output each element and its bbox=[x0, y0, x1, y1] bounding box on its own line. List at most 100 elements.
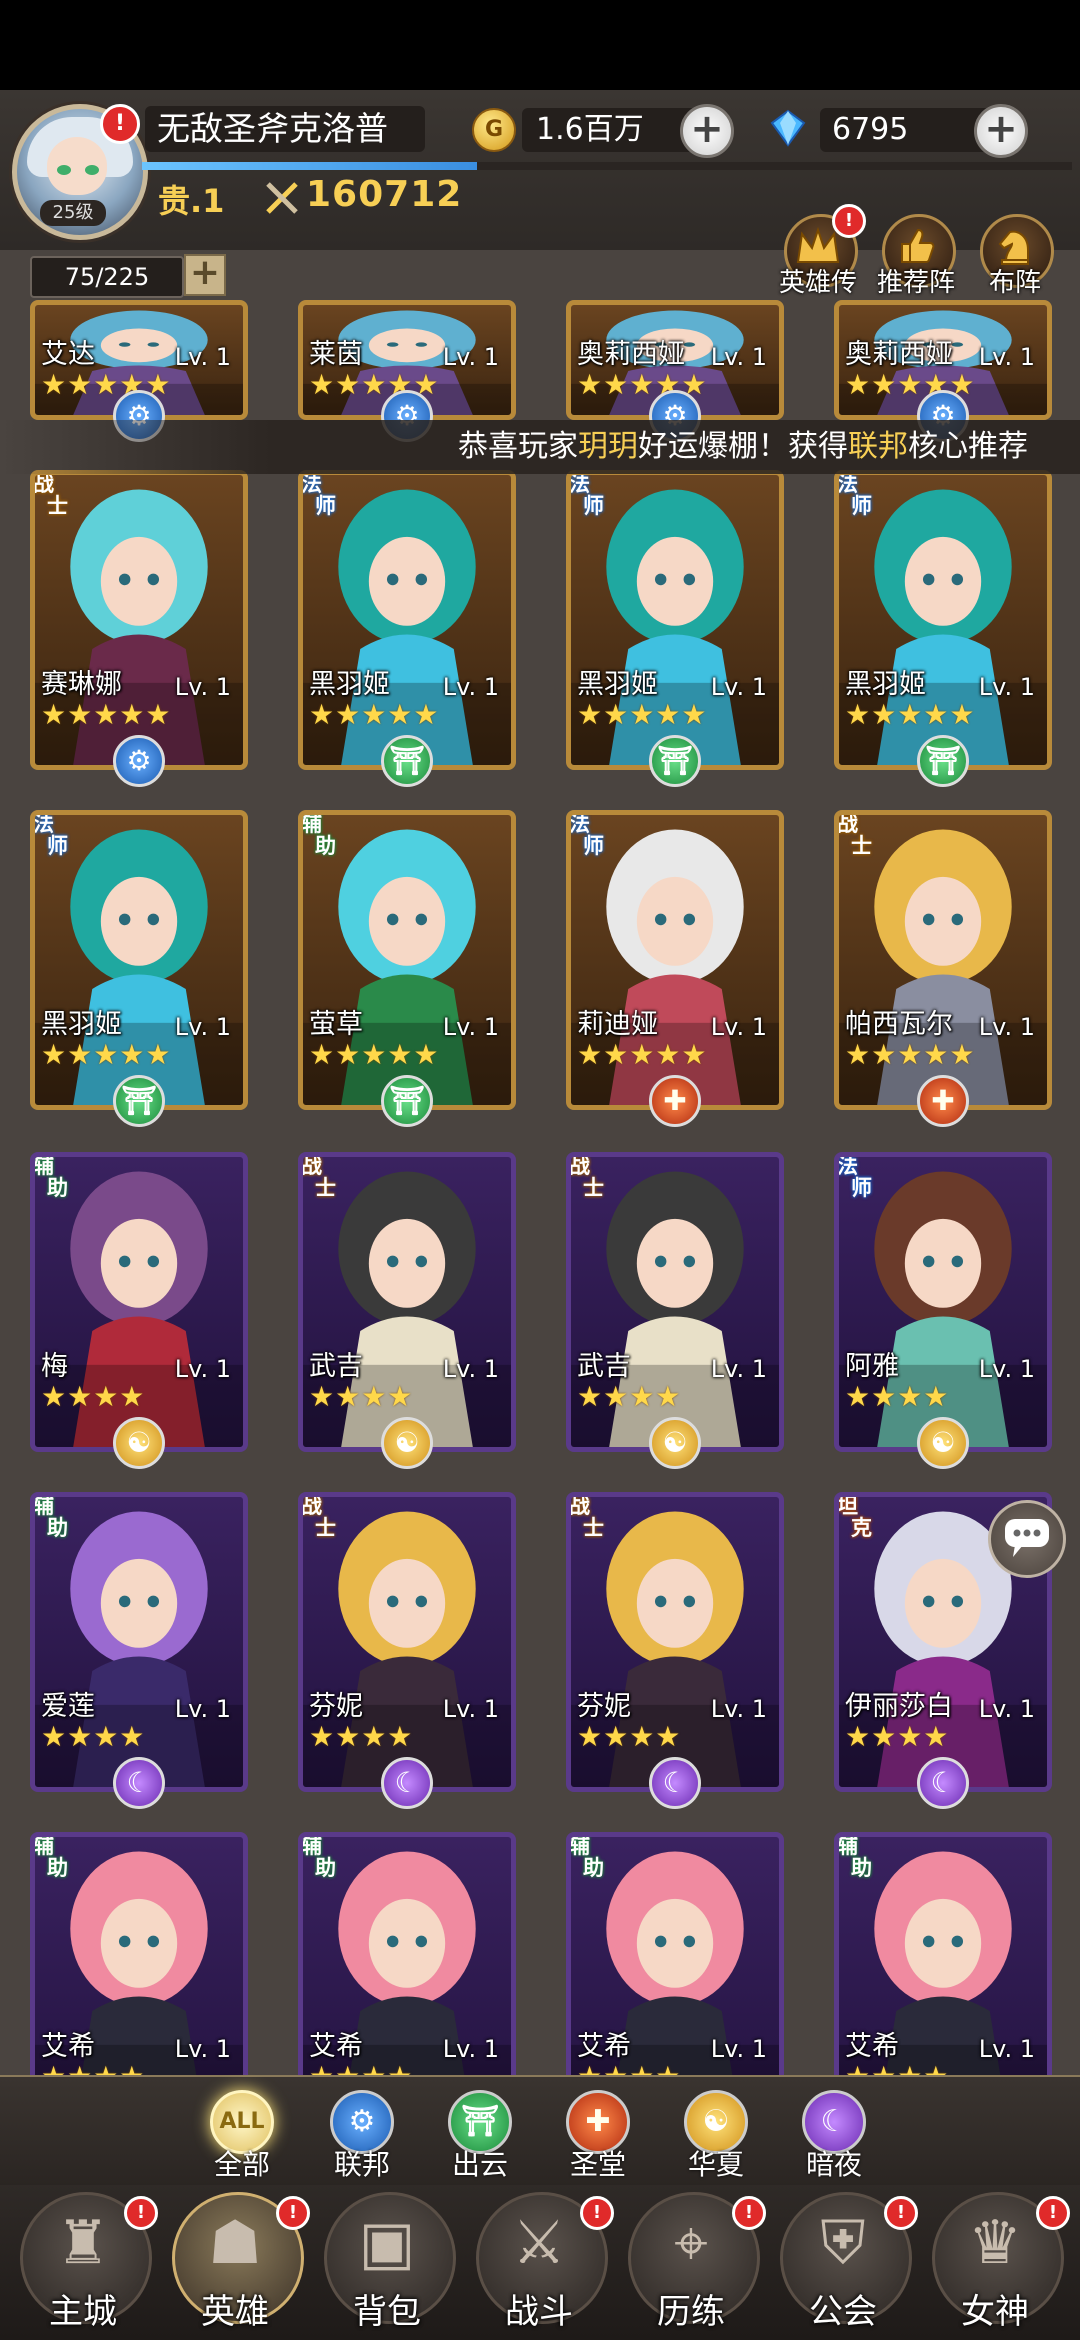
filter-anye-label[interactable]: 暗夜 bbox=[774, 2143, 894, 2183]
faction-emblem-icon: ✚ bbox=[917, 1075, 969, 1127]
hero-card[interactable]: 艾希 Lv. 1 ★★★★ 辅助 bbox=[834, 1832, 1052, 2080]
hero-name: 芬妮 bbox=[577, 1691, 631, 1722]
hero-role-tag: 法师 bbox=[301, 472, 336, 518]
hero-role-tag: 法师 bbox=[837, 472, 872, 518]
filter-chuyun-label[interactable]: 出云 bbox=[420, 2143, 540, 2183]
add-diamond-button[interactable]: + bbox=[974, 104, 1028, 158]
hero-role-tag: 辅助 bbox=[301, 1834, 336, 1880]
faction-emblem-icon: ⛩ bbox=[113, 1075, 165, 1127]
hero-card[interactable]: 梅 Lv. 1 ★★★★ 辅助 bbox=[30, 1152, 248, 1452]
faction-emblem-icon: ☯ bbox=[649, 1417, 701, 1469]
faction-emblem-icon: ⛩ bbox=[381, 1075, 433, 1127]
hero-name: 梅 bbox=[41, 1351, 68, 1382]
hero-card[interactable]: 艾希 Lv. 1 ★★★★ 辅助 bbox=[30, 1832, 248, 2080]
faction-emblem-icon: ☾ bbox=[381, 1757, 433, 1809]
hero-level: Lv. 1 bbox=[978, 673, 1035, 701]
hero-level: Lv. 1 bbox=[978, 1695, 1035, 1723]
faction-emblem-icon: ⚙ bbox=[113, 735, 165, 787]
hero-level: Lv. 1 bbox=[710, 1355, 767, 1383]
formation-label: 布阵 bbox=[988, 268, 1041, 298]
filter-shengtang-label[interactable]: 圣堂 bbox=[538, 2143, 658, 2183]
nav-alert-badge: ! bbox=[124, 2196, 158, 2230]
filter-huaxia-label[interactable]: 华夏 bbox=[656, 2143, 776, 2183]
nav-alert-badge: ! bbox=[732, 2196, 766, 2230]
castle-icon: ♜ bbox=[56, 2208, 110, 2278]
hero-card[interactable]: 武吉 Lv. 1 ★★★★ 战士 bbox=[566, 1152, 784, 1452]
hero-role-tag: 辅助 bbox=[33, 1154, 68, 1200]
hero-role-tag: 战士 bbox=[301, 1494, 336, 1540]
hero-level: Lv. 1 bbox=[174, 2035, 231, 2063]
hero-name: 艾达 bbox=[41, 339, 95, 370]
hero-level: Lv. 1 bbox=[978, 1355, 1035, 1383]
hero-card[interactable]: 艾希 Lv. 1 ★★★★ 辅助 bbox=[566, 1832, 784, 2080]
hero-role-tag: 辅助 bbox=[301, 812, 336, 858]
hero-card[interactable]: 萤草 Lv. 1 ★★★★★ 辅助 bbox=[298, 810, 516, 1110]
hero-name: 武吉 bbox=[577, 1351, 631, 1382]
hero-card[interactable]: 芬妮 Lv. 1 ★★★★ 战士 bbox=[298, 1492, 516, 1792]
ticker-faction: 联邦 bbox=[848, 429, 908, 464]
hero-name: 艾希 bbox=[41, 2031, 95, 2062]
nav-label: 女神 bbox=[961, 2292, 1029, 2332]
gold-coin-icon: G bbox=[472, 108, 516, 152]
faction-emblem-icon: ☯ bbox=[381, 1417, 433, 1469]
nav-alert-badge: ! bbox=[1036, 2196, 1070, 2230]
hero-level: Lv. 1 bbox=[174, 343, 231, 371]
hero-card[interactable]: 芬妮 Lv. 1 ★★★★ 战士 bbox=[566, 1492, 784, 1792]
hero-name: 爱莲 bbox=[41, 1691, 95, 1722]
hero-card[interactable]: 黑羽姬 Lv. 1 ★★★★★ 法师 bbox=[30, 810, 248, 1110]
hero-card[interactable]: 莉迪娅 Lv. 1 ★★★★★ 法师 bbox=[566, 810, 784, 1110]
hero-star-rating: ★★★★★ bbox=[577, 1038, 708, 1071]
faction-emblem-icon: ⛩ bbox=[917, 735, 969, 787]
hero-card[interactable]: 黑羽姬 Lv. 1 ★★★★★ 法师 bbox=[298, 470, 516, 770]
hero-name: 黑羽姬 bbox=[309, 669, 390, 700]
hero-name: 帕西瓦尔 bbox=[845, 1009, 953, 1040]
hero-name: 黑羽姬 bbox=[577, 669, 658, 700]
nav-label: 背包 bbox=[353, 2292, 421, 2332]
hero-name: 武吉 bbox=[309, 1351, 363, 1382]
hero-role-tag: 辅助 bbox=[837, 1834, 872, 1880]
add-gold-button[interactable]: + bbox=[680, 104, 734, 158]
hero-card[interactable]: 黑羽姬 Lv. 1 ★★★★★ 法师 bbox=[834, 470, 1052, 770]
nav-label: 历练 bbox=[657, 2292, 725, 2332]
expand-capacity-button[interactable]: + bbox=[184, 254, 226, 296]
filter-lianbang-label[interactable]: 联邦 bbox=[302, 2143, 422, 2183]
combat-power: 160712 bbox=[306, 174, 463, 215]
hero-role-tag: 法师 bbox=[837, 1154, 872, 1200]
ticker-text: 恭喜玩家 bbox=[458, 429, 578, 464]
hero-role-tag: 辅助 bbox=[33, 1494, 68, 1540]
hero-level: Lv. 1 bbox=[710, 1013, 767, 1041]
hero-star-rating: ★★★★★ bbox=[845, 698, 976, 731]
hero-card[interactable]: 帕西瓦尔 Lv. 1 ★★★★★ 战士 bbox=[834, 810, 1052, 1110]
hero-star-rating: ★★★★★ bbox=[309, 1038, 440, 1071]
hero-star-rating: ★★★★ bbox=[577, 1720, 682, 1753]
faction-emblem-icon: ✚ bbox=[649, 1075, 701, 1127]
hero-level: Lv. 1 bbox=[442, 673, 499, 701]
hero-level: Lv. 1 bbox=[174, 673, 231, 701]
hero-card[interactable]: 赛琳娜 Lv. 1 ★★★★★ 战士 bbox=[30, 470, 248, 770]
avatar-alert-badge: ! bbox=[100, 104, 140, 144]
hero-card[interactable]: 武吉 Lv. 1 ★★★★ 战士 bbox=[298, 1152, 516, 1452]
hero-role-tag: 法师 bbox=[569, 472, 604, 518]
hero-role-tag: 战士 bbox=[837, 812, 872, 858]
recommended-lineup-label: 推荐阵 bbox=[876, 268, 955, 298]
experience-bar bbox=[142, 162, 1072, 170]
filter-all-label[interactable]: 全部 bbox=[182, 2143, 302, 2183]
hero-story-label: 英雄传 bbox=[778, 268, 857, 298]
hero-card[interactable]: 黑羽姬 Lv. 1 ★★★★★ 法师 bbox=[566, 470, 784, 770]
hero-star-rating: ★★★★ bbox=[41, 1380, 146, 1413]
chat-button[interactable] bbox=[988, 1500, 1066, 1578]
nav-label: 英雄 bbox=[201, 2292, 269, 2332]
hero-star-rating: ★★★★★ bbox=[309, 698, 440, 731]
hero-card[interactable]: 阿雅 Lv. 1 ★★★★ 法师 bbox=[834, 1152, 1052, 1452]
nav-alert-badge: ! bbox=[580, 2196, 614, 2230]
hero-star-rating: ★★★★ bbox=[309, 1720, 414, 1753]
hero-card[interactable]: 艾希 Lv. 1 ★★★★ 辅助 bbox=[298, 1832, 516, 2080]
hero-level: Lv. 1 bbox=[442, 1355, 499, 1383]
ticker-text: 核心推荐 bbox=[908, 429, 1028, 464]
avatar-eye bbox=[85, 165, 99, 175]
status-bar bbox=[0, 0, 1080, 90]
hero-card[interactable]: 爱莲 Lv. 1 ★★★★ 辅助 bbox=[30, 1492, 248, 1792]
hero-role-tag: 法师 bbox=[33, 812, 68, 858]
hero-name: 莉迪娅 bbox=[577, 1009, 658, 1040]
faction-emblem-icon: ☾ bbox=[917, 1757, 969, 1809]
